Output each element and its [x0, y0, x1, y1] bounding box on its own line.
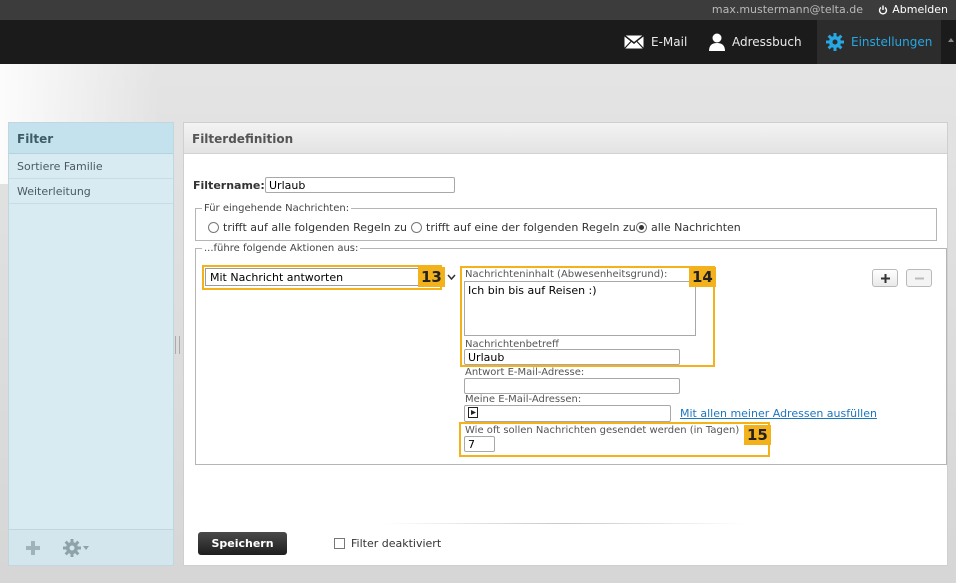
top-bar: max.mustermann@telta.de Abmelden: [0, 0, 956, 20]
plus-icon: [880, 273, 890, 283]
disable-filter-label: Filter deaktiviert: [351, 537, 442, 550]
reply-address-label: Antwort E-Mail-Adresse:: [465, 367, 585, 378]
radio-any-rule-label: trifft auf eine der folgenden Regeln zu: [426, 221, 636, 234]
footer-divider: [384, 523, 744, 524]
chevron-down-icon: [83, 546, 89, 550]
filter-definition-panel: Filterdefinition Filtername: Für eingehe…: [183, 122, 948, 566]
filtername-label: Filtername:: [193, 179, 265, 192]
annotation-badge-14: 14: [689, 267, 716, 287]
radio-all-messages-label: alle Nachrichten: [651, 221, 741, 234]
save-button[interactable]: Speichern: [198, 532, 287, 555]
sidebar-item-weiterleitung[interactable]: Weiterleitung: [9, 179, 173, 204]
radio-all-messages-circle[interactable]: [636, 222, 647, 233]
nav-item-settings[interactable]: Einstellungen: [817, 20, 941, 64]
user-email: max.mustermann@telta.de: [711, 3, 863, 16]
minus-icon: [914, 277, 924, 279]
radio-all-messages[interactable]: alle Nachrichten: [636, 221, 741, 234]
filtername-input[interactable]: [265, 177, 455, 193]
nav-label-settings: Einstellungen: [851, 35, 933, 49]
chevron-down-icon: [446, 274, 456, 280]
power-icon: [879, 5, 888, 15]
main-nav: E-Mail Adressbuch Einstellungen: [0, 20, 956, 64]
address-picker-icon[interactable]: [468, 407, 480, 418]
add-filter-button[interactable]: [25, 538, 41, 558]
radio-all-rules-circle[interactable]: [208, 222, 219, 233]
nav-label-addressbook: Adressbuch: [732, 35, 802, 49]
annotation-badge-15: 15: [744, 425, 771, 445]
annotation-badge-13: 13: [418, 267, 445, 287]
logout-button[interactable]: Abmelden: [878, 3, 948, 16]
gear-icon: [63, 539, 81, 557]
radio-any-rule-circle[interactable]: [411, 222, 422, 233]
disable-filter-checkbox[interactable]: Filter deaktiviert: [334, 537, 441, 550]
fill-all-addresses-link[interactable]: Mit allen meiner Adressen ausfüllen: [680, 407, 877, 420]
radio-any-rule[interactable]: trifft auf eine der folgenden Regeln zu: [411, 221, 636, 234]
nav-item-addressbook[interactable]: Adressbuch: [709, 20, 802, 64]
sidebar-resize-handle[interactable]: [175, 336, 180, 354]
logout-label: Abmelden: [892, 3, 948, 16]
settings-menu-button[interactable]: [63, 538, 89, 558]
envelope-icon: [624, 35, 644, 49]
person-icon: [709, 33, 725, 51]
annotation-box-14: [460, 266, 715, 367]
panel-title: Filterdefinition: [184, 123, 947, 154]
actions-legend: ...führe folgende Aktionen aus:: [204, 243, 359, 254]
sidebar-item-sortiere-familie[interactable]: Sortiere Familie: [9, 154, 173, 179]
annotation-box-15: [459, 422, 770, 457]
annotation-box-13: [202, 265, 442, 290]
disable-filter-box[interactable]: [334, 538, 345, 549]
reply-address-input[interactable]: [464, 378, 680, 394]
my-addresses-input[interactable]: [464, 405, 671, 422]
incoming-legend: Für eingehende Nachrichten:: [204, 203, 350, 214]
remove-action-button[interactable]: [906, 269, 932, 287]
sidebar-title: Filter: [9, 123, 173, 154]
radio-all-rules-label: trifft auf alle folgenden Regeln zu: [223, 221, 408, 234]
plus-icon: [26, 541, 40, 555]
action-select-dropdown[interactable]: [444, 268, 458, 286]
gear-icon: [826, 33, 844, 51]
nav-item-email[interactable]: E-Mail: [624, 20, 687, 64]
filter-sidebar: Filter Sortiere Familie Weiterleitung: [8, 122, 174, 566]
sidebar-footer: [9, 529, 173, 565]
nav-caret-icon[interactable]: [948, 38, 954, 42]
radio-all-rules[interactable]: trifft auf alle folgenden Regeln zu: [208, 221, 407, 234]
my-addresses-label: Meine E-Mail-Adressen:: [465, 394, 582, 405]
nav-label-email: E-Mail: [651, 35, 688, 49]
add-action-button[interactable]: [872, 269, 898, 287]
